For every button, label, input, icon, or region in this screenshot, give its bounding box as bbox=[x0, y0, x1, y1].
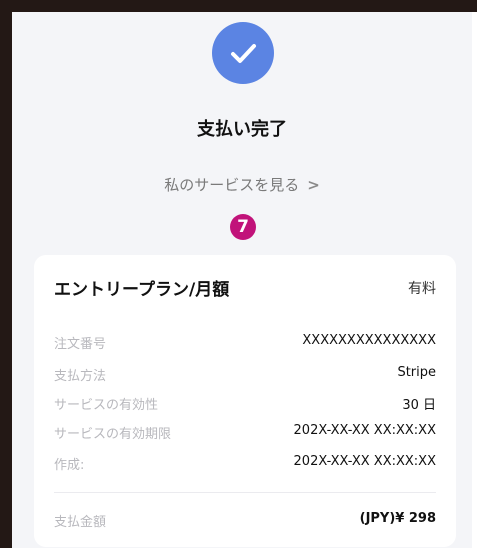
plan-name: エントリープラン/月額 bbox=[54, 280, 230, 300]
view-my-services-label: 私のサービスを見る bbox=[164, 176, 300, 194]
divider bbox=[54, 492, 436, 493]
created-value: 202X-XX-XX XX:XX:XX bbox=[293, 454, 436, 469]
order-number-label: 注文番号 bbox=[54, 337, 107, 352]
payment-method-value: Stripe bbox=[397, 365, 436, 380]
payment-amount-label: 支払金額 bbox=[54, 515, 107, 530]
service-validity-label: サービスの有効性 bbox=[54, 398, 159, 413]
success-check-circle bbox=[212, 22, 274, 84]
service-expiry-label: サービスの有効期限 bbox=[54, 427, 172, 442]
plan-type-badge: 有料 bbox=[408, 281, 436, 297]
view-my-services-link[interactable]: 私のサービスを見る > bbox=[12, 174, 472, 195]
created-label: 作成: bbox=[54, 458, 85, 473]
service-expiry-value: 202X-XX-XX XX:XX:XX bbox=[293, 423, 436, 438]
page-title: 支払い完了 bbox=[197, 119, 287, 140]
check-icon bbox=[231, 44, 256, 63]
payment-complete-screen: 支払い完了 私のサービスを見る > 7 エントリープラン/月額 有料 注文番号 X… bbox=[12, 12, 472, 548]
order-number-value: XXXXXXXXXXXXXXX bbox=[302, 333, 436, 348]
payment-amount-value: (JPY)¥ 298 bbox=[359, 511, 436, 526]
payment-method-label: 支払方法 bbox=[54, 369, 107, 384]
step-number-badge: 7 bbox=[230, 214, 256, 240]
service-validity-value: 30 日 bbox=[402, 398, 436, 413]
chevron-right-icon: > bbox=[307, 176, 320, 194]
order-summary-card: エントリープラン/月額 有料 注文番号 XXXXXXXXXXXXXXX 支払方法… bbox=[34, 255, 456, 547]
window-edge bbox=[472, 12, 477, 548]
